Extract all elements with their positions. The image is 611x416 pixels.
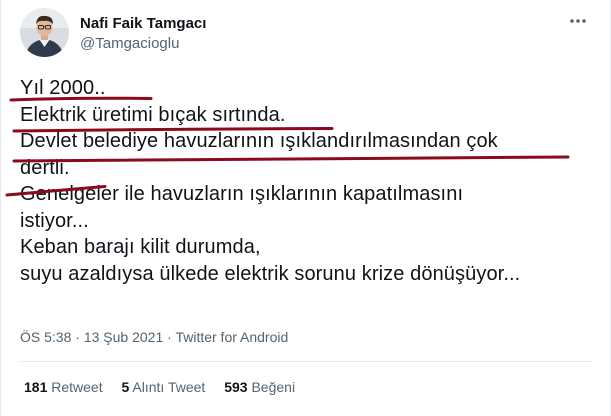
tweet-line: dertli. xyxy=(20,156,70,179)
like-label: Beğeni xyxy=(251,379,296,395)
quote-tweets-stat[interactable]: 5 Alıntı Tweet xyxy=(122,379,206,395)
tweet-stats: 181 Retweet 5 Alıntı Tweet 593 Beğeni xyxy=(24,379,310,395)
quote-count: 5 xyxy=(121,379,130,395)
tweet-line: Genelgeler ile havuzların ışıklarının ka… xyxy=(20,183,464,205)
author-display-name[interactable]: Nafi Faik Tamgacı xyxy=(80,15,206,32)
tweet-source[interactable]: Twitter for Android xyxy=(175,329,288,345)
more-options-button[interactable] xyxy=(563,10,593,32)
tweet-line: suyu azaldıysa ülkede elektrik sorunu kr… xyxy=(20,262,521,285)
meta-separator: · xyxy=(75,329,80,345)
retweet-count: 181 xyxy=(24,379,48,395)
tweet-line: istiyor... xyxy=(20,209,89,232)
retweet-label: Retweet xyxy=(51,379,103,395)
author-handle[interactable]: @Tamgacioglu xyxy=(80,35,179,52)
more-horizontal-icon xyxy=(570,19,586,23)
like-count: 593 xyxy=(224,379,248,395)
quote-label: Alıntı Tweet xyxy=(132,379,206,395)
tweet-line: Elektrik üretimi bıçak sırtında. xyxy=(20,103,286,126)
tweet-date[interactable]: 13 Şub 2021 xyxy=(84,329,163,345)
tweet-line: Devlet belediye havuzlarının ışıklandırı… xyxy=(20,130,498,152)
tweet-line: Yıl 2000.. xyxy=(20,77,106,99)
likes-stat[interactable]: 593 Beğeni xyxy=(224,379,295,395)
tweet-meta: ÖS 5:38 · 13 Şub 2021 · Twitter for Andr… xyxy=(20,329,288,345)
retweets-stat[interactable]: 181 Retweet xyxy=(24,379,103,395)
tweet-card: Nafi Faik Tamgacı @Tamgacioglu Yıl 2000.… xyxy=(0,0,611,416)
divider xyxy=(20,361,593,362)
tweet-time[interactable]: ÖS 5:38 xyxy=(20,329,71,345)
avatar[interactable] xyxy=(20,8,69,57)
tweet-text: Yıl 2000.. Elektrik üretimi bıçak sırtın… xyxy=(20,75,600,287)
tweet-line: Keban barajı kilit durumda, xyxy=(20,236,261,258)
meta-separator: · xyxy=(167,329,172,345)
